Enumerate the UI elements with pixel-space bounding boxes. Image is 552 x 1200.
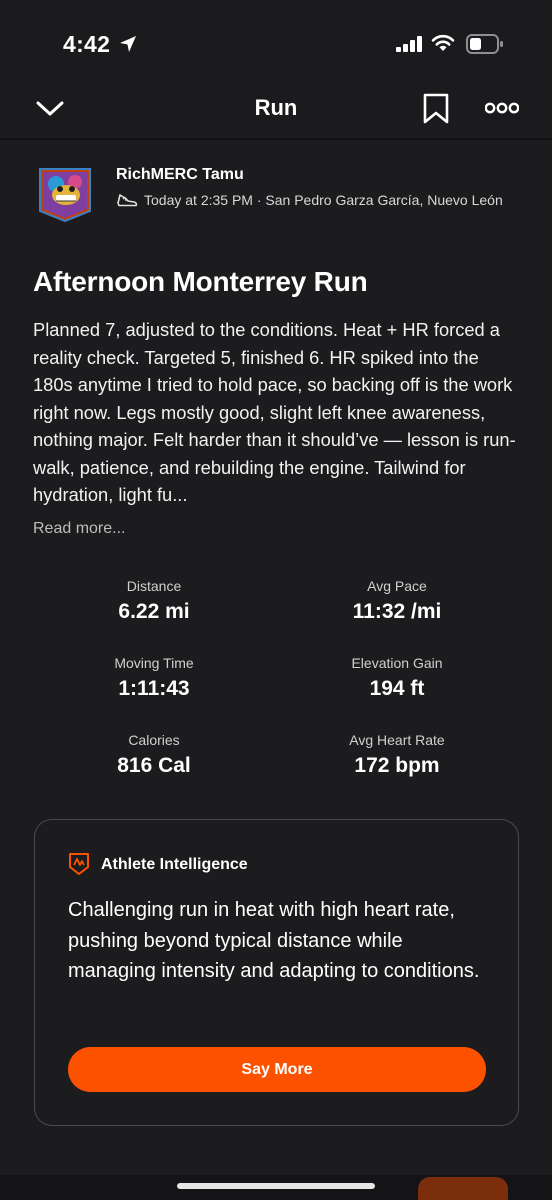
activity-title: Afternoon Monterrey Run [33, 266, 368, 297]
athlete-intelligence-card: Athlete Intelligence Challenging run in … [34, 819, 519, 1126]
stat-moving-time: Moving Time 1:11:43 [34, 655, 274, 701]
stat-elevation-gain: Elevation Gain 194 ft [277, 655, 517, 701]
status-bar: 4:42 [0, 0, 552, 80]
stat-value: 194 ft [369, 677, 425, 700]
nav-title: Run [254, 95, 298, 120]
location-arrow-icon [120, 36, 136, 52]
activity-meta: Today at 2:35 PM · San Pedro Garza Garcí… [116, 192, 503, 208]
status-time: 4:42 [63, 31, 111, 57]
activity-description: Planned 7, adjusted to the conditions. H… [33, 319, 516, 505]
say-more-button[interactable]: Say More [68, 1047, 486, 1092]
read-more-link[interactable]: Read more... [33, 520, 125, 538]
more-icon[interactable] [485, 101, 519, 115]
stat-label: Calories [128, 732, 180, 748]
wifi-icon [431, 34, 455, 51]
avatar[interactable] [38, 167, 92, 223]
stat-value: 11:32 /mi [352, 600, 442, 623]
bookmark-icon[interactable] [422, 93, 450, 125]
athlete-intelligence-icon [69, 853, 89, 875]
athlete-name[interactable]: RichMERC Tamu [116, 166, 244, 184]
stat-value: 6.22 mi [118, 600, 190, 623]
stat-value: 1:11:43 [118, 677, 190, 700]
stat-label: Elevation Gain [351, 655, 443, 671]
stat-calories: Calories 816 Cal [34, 732, 274, 778]
stat-label: Avg Pace [367, 578, 427, 594]
athlete-intelligence-summary: Challenging run in heat with high heart … [68, 899, 480, 982]
stat-avg-heart-rate: Avg Heart Rate 172 bpm [277, 732, 517, 778]
battery-icon [466, 34, 503, 54]
home-indicator[interactable] [177, 1183, 375, 1189]
stat-label: Avg Heart Rate [349, 732, 445, 748]
nav-divider [0, 138, 552, 140]
stat-label: Moving Time [114, 655, 194, 671]
athlete-intelligence-title: Athlete Intelligence [101, 856, 248, 873]
shoe-icon [117, 194, 138, 207]
stat-label: Distance [126, 578, 182, 594]
stat-value: 172 bpm [354, 754, 440, 777]
activity-meta-text: Today at 2:35 PM · San Pedro Garza Garcí… [144, 192, 503, 208]
bottom-peek-button[interactable] [418, 1177, 508, 1200]
signal-icon [396, 36, 422, 52]
stat-distance: Distance 6.22 mi [34, 578, 274, 624]
stat-value: 816 Cal [117, 754, 191, 777]
stat-avg-pace: Avg Pace 11:32 /mi [277, 578, 517, 624]
nav-bar: Run [0, 80, 552, 138]
